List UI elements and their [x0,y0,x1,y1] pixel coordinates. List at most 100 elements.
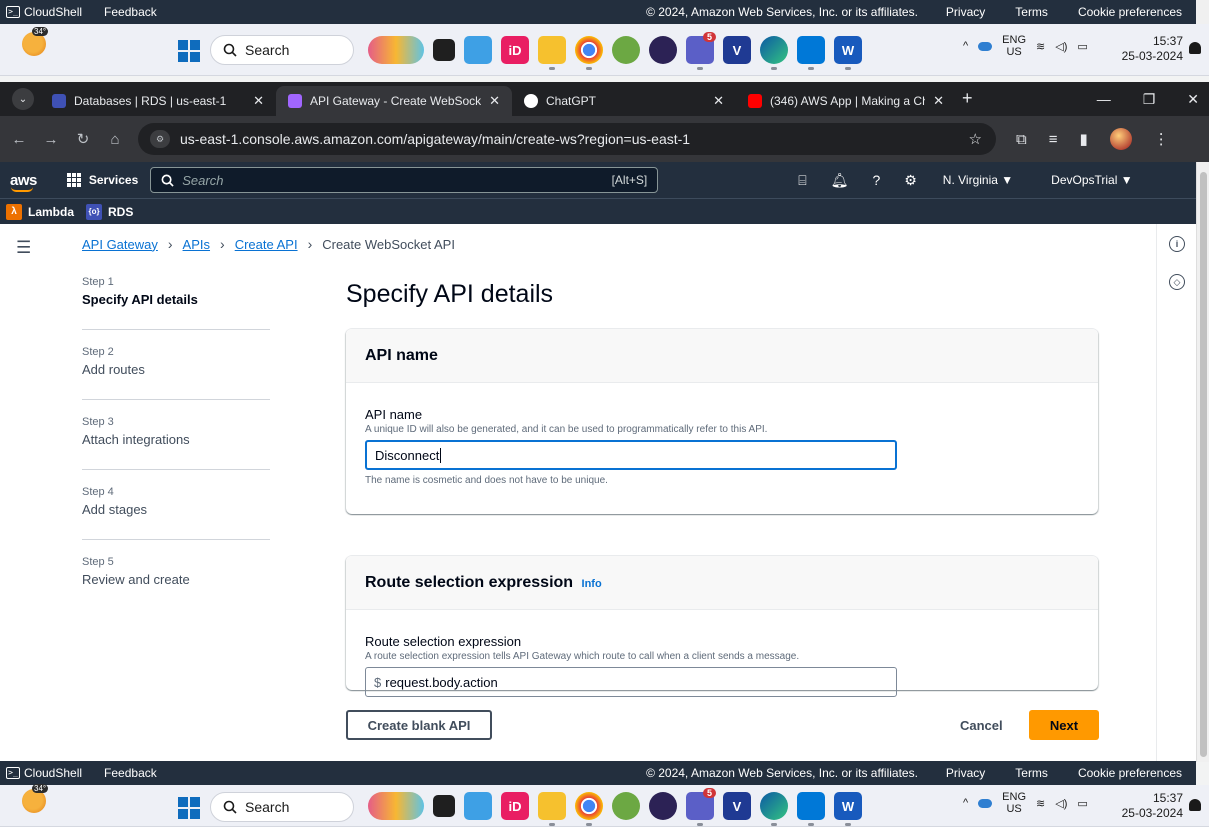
hamburger-menu-icon[interactable]: ☰ [16,238,31,258]
profile-avatar[interactable] [1109,128,1132,150]
tab-chatgpt[interactable]: ChatGPT ✕ [512,86,736,116]
minimize-icon[interactable]: — [1097,91,1111,108]
file-explorer-icon[interactable] [538,36,566,70]
info-icon[interactable]: i [1169,236,1185,252]
close-tab-icon[interactable]: ✕ [253,93,264,109]
aws-logo[interactable]: aws [10,172,37,192]
zoom-app-icon[interactable] [464,36,492,64]
favorite-lambda[interactable]: Lambda [28,205,74,219]
eclipse-green-icon[interactable] [612,36,640,64]
windows-start-icon[interactable] [178,797,200,819]
chrome-icon[interactable] [575,792,603,826]
api-name-input[interactable]: Disconnect [365,440,897,470]
extensions-icon[interactable]: ⧉ [1016,131,1027,148]
onedrive-icon[interactable] [978,41,993,51]
eclipse-icon[interactable] [649,792,677,820]
rds-icon[interactable]: {o} [86,203,103,220]
cloudshell-icon[interactable]: ⌸ [798,172,806,189]
eclipse-green-icon[interactable] [612,792,640,820]
battery-icon[interactable]: ▭ [1077,797,1087,810]
cloudshell-icon[interactable]: >_ [6,6,20,18]
cancel-button[interactable]: Cancel [950,710,1013,740]
wifi-icon[interactable]: ≋ [1036,797,1045,810]
scrollbar-top[interactable] [1196,0,1209,24]
edge-icon[interactable] [760,36,788,70]
terms-link[interactable]: Terms [1015,766,1048,780]
cloudshell-link[interactable]: CloudShell [24,5,82,19]
site-info-icon[interactable]: ⚙ [150,130,170,148]
v-app-icon[interactable]: V [723,36,751,64]
cookie-preferences-link[interactable]: Cookie preferences [1078,5,1182,19]
taskbar-search[interactable]: Search [210,35,354,65]
account-menu[interactable]: DevOpsTrial ▼ [1051,173,1132,187]
scrollbar-thumb[interactable] [1200,172,1207,757]
privacy-link[interactable]: Privacy [946,5,985,19]
create-blank-api-button[interactable]: Create blank API [346,710,492,740]
onedrive-icon[interactable] [978,798,993,808]
word-icon[interactable]: W [834,36,862,70]
page-scrollbar[interactable] [1196,162,1209,762]
notifications-bell-icon[interactable]: 🔔︎ [831,172,849,189]
volume-icon[interactable]: ◁) [1055,40,1067,53]
bookmark-star-icon[interactable]: ☆ [969,130,982,148]
reading-list-icon[interactable]: ≡ [1049,131,1058,148]
tab-rds[interactable]: Databases | RDS | us-east-1 ✕ [40,86,276,116]
zoom-app-icon[interactable] [464,792,492,820]
back-icon[interactable]: ← [6,131,32,148]
services-menu[interactable]: Services [66,173,138,187]
teams-icon[interactable]: 5 [686,788,716,826]
volume-icon[interactable]: ◁) [1055,797,1067,810]
feedback-link[interactable]: Feedback [104,5,157,19]
tab-youtube[interactable]: (346) AWS App | Making a Chat ✕ [736,86,956,116]
taskbar-search[interactable]: Search [210,792,354,822]
widget-icon[interactable] [368,36,424,64]
weather-icon[interactable]: 34° [22,784,49,813]
vscode-icon[interactable] [797,792,825,826]
teams-icon[interactable]: 5 [686,32,716,70]
close-tab-icon[interactable]: ✕ [713,93,724,109]
lambda-icon[interactable]: λ [6,203,22,220]
tab-search-icon[interactable]: ⌄ [12,88,34,110]
next-button[interactable]: Next [1029,710,1099,740]
kebab-menu-icon[interactable]: ⋮ [1154,130,1169,148]
weather-icon[interactable]: 34° [22,27,49,56]
close-window-icon[interactable]: ✕ [1187,91,1199,108]
id-app-icon[interactable]: iD [501,36,529,64]
notification-bell-icon[interactable] [1189,799,1201,811]
cloudshell-link[interactable]: CloudShell [24,766,82,780]
aws-search-input[interactable]: Search [Alt+S] [150,167,659,193]
chrome-icon[interactable] [575,36,603,70]
clock[interactable]: 15:37 25-03-2024 [1122,34,1183,64]
cloudshell-icon[interactable]: >_ [6,767,20,779]
breadcrumb-api-gateway[interactable]: API Gateway [82,237,158,252]
vscode-icon[interactable] [797,36,825,70]
wifi-icon[interactable]: ≋ [1036,40,1045,53]
info-link[interactable]: Info [582,578,602,590]
language-indicator[interactable]: ENG US [1002,791,1026,815]
id-app-icon[interactable]: iD [501,792,529,820]
battery-icon[interactable]: ▭ [1077,40,1087,53]
task-view-icon[interactable] [433,795,455,817]
close-tab-icon[interactable]: ✕ [489,93,500,109]
widget-icon[interactable] [368,792,424,820]
eclipse-icon[interactable] [649,36,677,64]
notification-bell-icon[interactable] [1189,42,1201,54]
chevron-up-icon[interactable]: ^ [963,40,968,52]
step-1[interactable]: Step 1 Specify API details [82,276,270,330]
reload-icon[interactable]: ↻ [70,130,96,148]
privacy-link[interactable]: Privacy [946,766,985,780]
cookie-preferences-link[interactable]: Cookie preferences [1078,766,1182,780]
settings-gear-icon[interactable]: ⚙ [904,172,917,189]
terms-link[interactable]: Terms [1015,5,1048,19]
v-app-icon[interactable]: V [723,792,751,820]
tab-api-gateway[interactable]: API Gateway - Create WebSocke ✕ [276,86,512,116]
word-icon[interactable]: W [834,792,862,826]
close-tab-icon[interactable]: ✕ [933,93,944,109]
clock[interactable]: 15:37 25-03-2024 [1122,791,1183,821]
task-view-icon[interactable] [433,39,455,61]
chevron-up-icon[interactable]: ^ [963,797,968,809]
url-input[interactable]: ⚙ us-east-1.console.aws.amazon.com/apiga… [138,123,996,155]
favorite-rds[interactable]: RDS [108,205,133,219]
route-expression-input[interactable]: $ request.body.action [365,667,897,697]
home-icon[interactable]: ⌂ [102,131,128,148]
